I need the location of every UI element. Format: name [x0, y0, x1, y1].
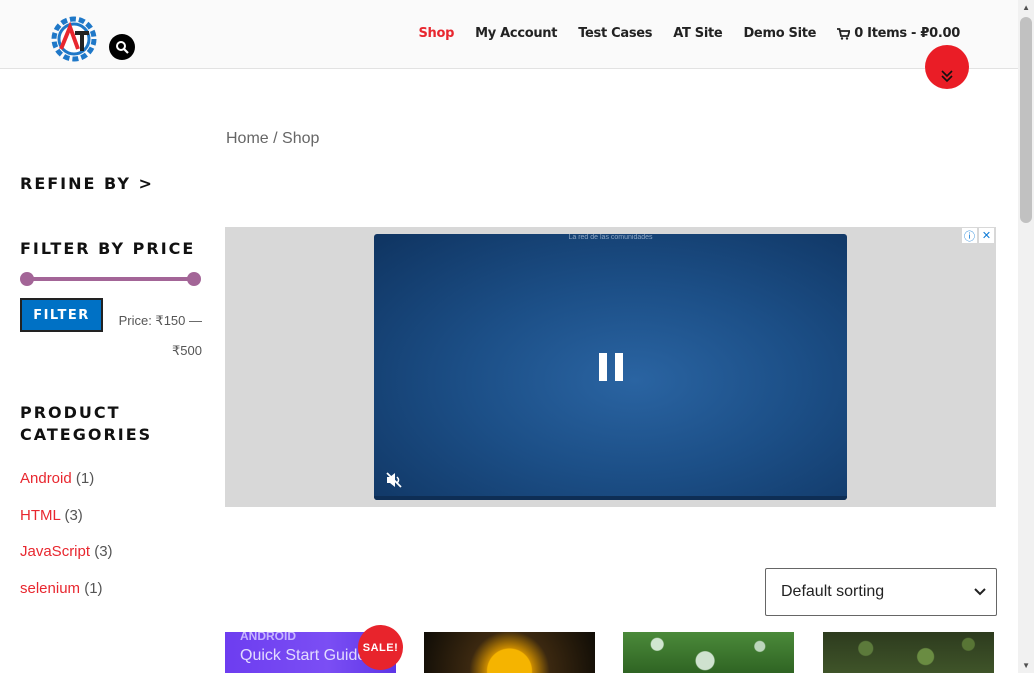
category-count: (3) — [94, 543, 113, 560]
scroll-down-arrow-icon[interactable]: ▼ — [1022, 661, 1030, 670]
sorting-selected-value: Default sorting — [781, 583, 885, 600]
nav-my-account[interactable]: My Account — [475, 26, 557, 41]
scrollbar-thumb[interactable] — [1020, 17, 1032, 223]
breadcrumb-separator: / — [268, 130, 283, 147]
page-scrollbar[interactable]: ▲ ▼ — [1018, 0, 1034, 673]
product-categories-heading: PRODUCT CATEGORIES — [20, 403, 153, 444]
video-progress-bar[interactable] — [374, 496, 847, 500]
muted-speaker-icon[interactable] — [385, 471, 403, 489]
nav-demo-site[interactable]: Demo Site — [743, 26, 816, 41]
filter-by-price-heading: FILTER BY PRICE — [20, 239, 196, 258]
nav-test-cases[interactable]: Test Cases — [578, 26, 652, 41]
ad-close-icon[interactable]: ✕ — [979, 228, 994, 243]
pause-icon[interactable] — [599, 353, 623, 381]
scroll-down-button[interactable] — [925, 45, 969, 89]
cart-link[interactable]: 0 Items - ₽0.00 — [837, 26, 960, 41]
category-link-selenium[interactable]: selenium — [20, 580, 80, 597]
category-count: (3) — [64, 506, 83, 524]
category-link-javascript[interactable]: JavaScript — [20, 543, 90, 560]
cart-icon — [837, 27, 851, 40]
price-range-track — [26, 277, 195, 281]
breadcrumb-home[interactable]: Home — [226, 130, 269, 147]
ad-video-player[interactable]: La red de las comunidades — [374, 234, 847, 500]
category-count: (1) — [84, 579, 103, 597]
refine-by-heading[interactable]: REFINE BY > — [20, 173, 154, 195]
price-max-handle[interactable] — [187, 272, 201, 286]
category-item: HTML (3) — [20, 507, 113, 525]
chevron-down-icon — [974, 588, 986, 596]
cart-summary: 0 Items - ₽0.00 — [854, 26, 960, 41]
product-image-text: ANDROID — [240, 632, 296, 643]
sale-badge: SALE! — [358, 625, 403, 670]
main-nav: Shop My Account Test Cases AT Site Demo … — [418, 26, 960, 41]
scroll-up-arrow-icon[interactable]: ▲ — [1022, 3, 1030, 12]
category-item: Android (1) — [20, 470, 113, 488]
nav-at-site[interactable]: AT Site — [673, 26, 723, 41]
site-header: Shop My Account Test Cases AT Site Demo … — [0, 0, 1018, 69]
price-range-label: Price: ₹150 — ₹500 — [118, 313, 202, 358]
category-link-android[interactable]: Android — [20, 470, 72, 487]
product-image-subtext: Quick Start Guide — [240, 647, 367, 664]
category-count: (1) — [75, 470, 95, 487]
sorting-select[interactable]: Default sorting — [765, 568, 997, 616]
ad-controls: ⓘ ✕ — [962, 228, 994, 243]
product-card-sunflower[interactable] — [424, 632, 595, 673]
video-caption: La red de las comunidades — [568, 234, 653, 241]
ad-banner: ⓘ ✕ La red de las comunidades — [225, 227, 996, 507]
breadcrumb-current: Shop — [282, 130, 320, 147]
site-logo[interactable] — [48, 13, 100, 65]
ad-info-icon[interactable]: ⓘ — [962, 228, 977, 243]
nav-shop[interactable]: Shop — [418, 26, 454, 41]
price-range-slider[interactable] — [20, 272, 201, 286]
category-list: Android (1) HTML (3) JavaScript (3) sele… — [20, 470, 113, 616]
price-min-handle[interactable] — [20, 272, 34, 286]
product-card-leaf-drops[interactable] — [623, 632, 794, 673]
category-item: JavaScript (3) — [20, 543, 113, 561]
search-button[interactable] — [109, 34, 135, 60]
category-item: selenium (1) — [20, 580, 113, 598]
double-chevron-down-icon — [941, 70, 953, 83]
search-icon — [116, 41, 129, 54]
filter-button[interactable]: FILTER — [20, 298, 103, 332]
breadcrumb: Home / Shop — [226, 130, 319, 148]
category-link-html[interactable]: HTML — [20, 507, 60, 524]
product-card-plants[interactable] — [823, 632, 994, 673]
